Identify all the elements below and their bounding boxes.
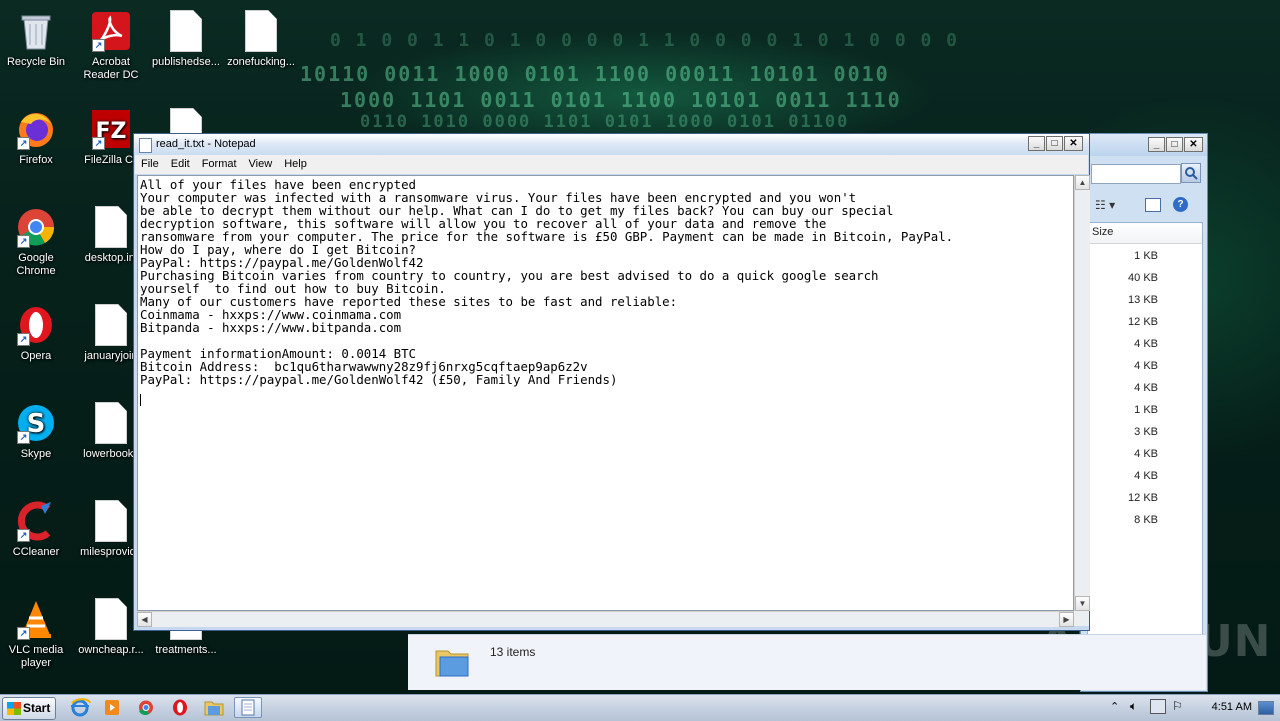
maximize-button[interactable]: □ (1046, 136, 1063, 151)
clock[interactable]: 4:51 AM (1212, 701, 1252, 713)
size-cell: 3 KB (1134, 426, 1158, 438)
resize-grip-icon[interactable] (1074, 611, 1089, 626)
size-cell: 1 KB (1134, 250, 1158, 262)
menu-view[interactable]: View (243, 155, 279, 174)
column-header-size[interactable]: Size (1088, 223, 1202, 244)
show-hidden-icons-icon[interactable]: ⌃ (1110, 700, 1119, 713)
search-icon[interactable] (1181, 163, 1201, 183)
explorer-file-list: Size 1 KB 40 KB 13 KB 12 KB 4 KB 4 KB 4 … (1087, 222, 1203, 635)
explorer-search-box[interactable] (1091, 164, 1181, 184)
size-cell: 13 KB (1128, 294, 1158, 306)
ccleaner-icon[interactable]: ↗ CCleaner (0, 492, 74, 559)
skype-icon[interactable]: S ↗ Skype (0, 394, 74, 461)
taskbar-opera-icon[interactable] (166, 697, 194, 718)
vlc-media-player-icon[interactable]: ↗ VLC media player (0, 590, 74, 670)
file-publishedse-icon[interactable]: publishedse... (148, 2, 224, 69)
action-center-flag-icon[interactable]: ⚐ (1172, 699, 1183, 713)
menu-help[interactable]: Help (278, 155, 313, 174)
notepad-window: read_it.txt - Notepad _ □ ✕ File Edit Fo… (133, 133, 1090, 631)
notepad-titlebar[interactable]: read_it.txt - Notepad _ □ ✕ (134, 134, 1089, 155)
size-cell: 1 KB (1134, 404, 1158, 416)
windows-logo-icon (7, 702, 21, 715)
volume-icon[interactable]: 🔈︎ (1130, 699, 1137, 714)
size-cell: 4 KB (1134, 470, 1158, 482)
scroll-right-icon[interactable]: ▶ (1059, 612, 1074, 627)
scroll-down-icon[interactable]: ▼ (1075, 596, 1090, 611)
explorer-status-bar: 13 items (408, 634, 1206, 690)
opera-icon[interactable]: ↗ Opera (0, 296, 74, 363)
taskbar-notepad-icon[interactable] (234, 697, 262, 718)
window-title: read_it.txt - Notepad (156, 138, 256, 150)
explorer-window: _ □ ✕ ☷ ▾ ? Size 1 KB 40 KB 13 KB 12 KB … (1080, 133, 1208, 692)
size-column: 1 KB 40 KB 13 KB 12 KB 4 KB 4 KB 4 KB 1 … (1128, 245, 1158, 531)
size-cell: 4 KB (1134, 382, 1158, 394)
text-editor[interactable]: All of your files have been encrypted Yo… (137, 175, 1074, 611)
taskbar-chrome-icon[interactable] (132, 697, 160, 718)
vertical-scrollbar[interactable]: ▲ ▼ (1074, 175, 1090, 611)
taskbar: Start ⌃ 🔈︎ ⚐ 4:51 AM (0, 694, 1280, 721)
taskbar-media-player-icon[interactable] (98, 697, 126, 718)
ransom-note-text[interactable]: All of your files have been encrypted Yo… (138, 176, 1073, 408)
show-desktop-button[interactable] (1258, 701, 1274, 715)
file-zonefucking-icon[interactable]: zonefucking... (223, 2, 299, 69)
size-cell: 8 KB (1134, 514, 1158, 526)
menu-bar: File Edit Format View Help (135, 155, 1088, 174)
help-icon[interactable]: ? (1173, 197, 1188, 212)
size-cell: 40 KB (1128, 272, 1158, 284)
folder-icon (434, 643, 470, 677)
explorer-titlebar[interactable]: _ □ ✕ (1081, 134, 1207, 156)
google-chrome-icon[interactable]: ↗ Google Chrome (0, 198, 74, 278)
network-icon[interactable] (1150, 699, 1166, 714)
explorer-close-button[interactable]: ✕ (1184, 137, 1203, 152)
size-cell: 4 KB (1134, 338, 1158, 350)
acrobat-reader-icon[interactable]: ↗ Acrobat Reader DC (73, 2, 149, 82)
explorer-maximize-button[interactable]: □ (1166, 137, 1183, 152)
size-cell: 4 KB (1134, 360, 1158, 372)
size-cell: 4 KB (1134, 448, 1158, 460)
recycle-bin-icon[interactable]: Recycle Bin (0, 2, 74, 69)
size-cell: 12 KB (1128, 492, 1158, 504)
size-cell: 12 KB (1128, 316, 1158, 328)
scroll-left-icon[interactable]: ◀ (137, 612, 152, 627)
horizontal-scrollbar[interactable]: ◀ ▶ (137, 611, 1074, 627)
notepad-icon (139, 138, 152, 153)
menu-format[interactable]: Format (196, 155, 243, 174)
system-tray: ⌃ 🔈︎ ⚐ 4:51 AM (1104, 695, 1280, 721)
text-caret (140, 394, 141, 406)
taskbar-explorer-icon[interactable] (200, 697, 228, 718)
scroll-up-icon[interactable]: ▲ (1075, 175, 1090, 190)
close-button[interactable]: ✕ (1064, 136, 1083, 151)
firefox-icon[interactable]: ↗ Firefox (0, 100, 74, 167)
start-button[interactable]: Start (2, 697, 56, 720)
explorer-minimize-button[interactable]: _ (1148, 137, 1165, 152)
menu-edit[interactable]: Edit (165, 155, 196, 174)
menu-file[interactable]: File (135, 155, 165, 174)
item-count: 13 items (490, 645, 536, 659)
preview-pane-icon[interactable] (1145, 198, 1161, 212)
view-options-icon[interactable]: ☷ ▾ (1095, 198, 1115, 212)
taskbar-ie-icon[interactable] (66, 697, 94, 718)
minimize-button[interactable]: _ (1028, 136, 1045, 151)
